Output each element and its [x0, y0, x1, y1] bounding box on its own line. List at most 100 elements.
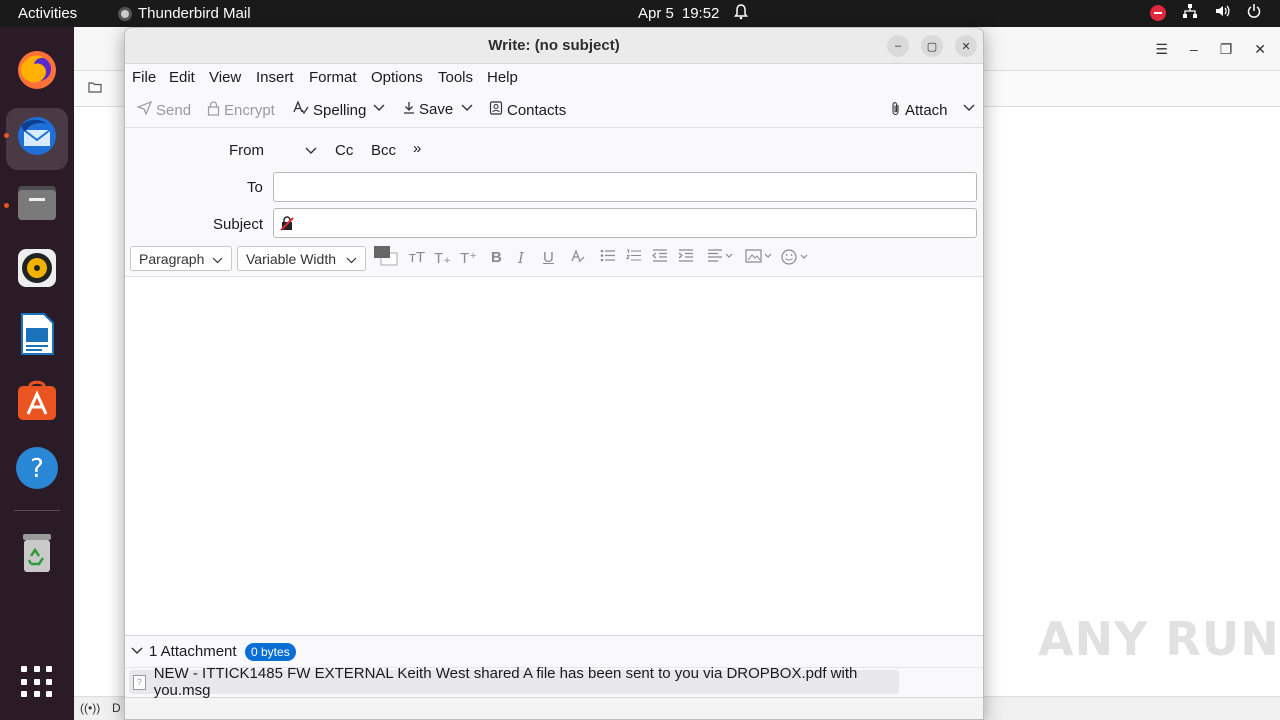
- emoji-dropdown-icon[interactable]: [781, 249, 811, 269]
- spelling-icon: [293, 100, 309, 119]
- clear-formatting-icon[interactable]: [571, 249, 586, 267]
- minimize-icon[interactable]: –: [1190, 41, 1198, 58]
- hamburger-menu-icon[interactable]: ☰: [1155, 41, 1168, 58]
- svg-text:?: ?: [30, 454, 44, 484]
- restore-icon[interactable]: ❐: [1220, 41, 1233, 58]
- top-bar: Activities Thunderbird Mail Apr 5 19:52: [0, 0, 1280, 27]
- text-color-picker-icon[interactable]: [373, 245, 399, 271]
- indent-icon[interactable]: [678, 249, 693, 266]
- attachment-item[interactable]: ? NEW - ITTICK1485 FW EXTERNAL Keith Wes…: [129, 665, 899, 699]
- close-icon[interactable]: ✕: [1254, 41, 1266, 58]
- folder-icon[interactable]: [88, 81, 102, 96]
- send-button[interactable]: Send: [136, 100, 192, 119]
- font-size-smaller-icon[interactable]: ᴛT: [409, 249, 425, 266]
- thunderbird-icon[interactable]: [14, 113, 60, 159]
- attachment-list: ? NEW - ITTICK1485 FW EXTERNAL Keith Wes…: [125, 665, 983, 699]
- attach-dropdown-chevron-icon[interactable]: [963, 100, 975, 115]
- app-center-icon[interactable]: [14, 377, 60, 423]
- to-field[interactable]: [273, 172, 977, 202]
- bold-icon[interactable]: B: [491, 249, 502, 266]
- font-size-reset-icon[interactable]: T⁺: [460, 249, 477, 267]
- chevron-down-icon: [346, 251, 357, 267]
- outdent-icon[interactable]: [652, 249, 667, 266]
- download-icon: [403, 101, 415, 118]
- paragraph-format-select[interactable]: Paragraph: [130, 246, 232, 271]
- menu-options[interactable]: Options: [371, 69, 423, 86]
- firefox-icon[interactable]: [14, 47, 60, 93]
- do-not-disturb-icon[interactable]: [1150, 5, 1166, 21]
- contacts-button[interactable]: Contacts: [489, 101, 566, 119]
- activities-button[interactable]: Activities: [18, 5, 77, 22]
- menu-insert[interactable]: Insert: [256, 69, 294, 86]
- show-apps-icon[interactable]: [21, 666, 53, 698]
- dock-separator: [14, 510, 60, 511]
- chevron-down-icon: [212, 251, 223, 267]
- encrypt-label: Encrypt: [224, 102, 275, 119]
- paperclip-icon: [891, 101, 901, 120]
- font-select[interactable]: Variable Width: [237, 246, 366, 271]
- app-menu-label: Thunderbird Mail: [138, 5, 251, 22]
- no-encryption-icon: [280, 215, 294, 236]
- font-size-larger-icon[interactable]: T₊: [434, 249, 451, 267]
- save-button[interactable]: Save: [403, 101, 453, 118]
- more-recipients-chevron-icon[interactable]: »: [413, 140, 421, 157]
- running-indicator: [4, 203, 9, 208]
- menu-format[interactable]: Format: [309, 69, 357, 86]
- subject-label: Subject: [213, 216, 264, 233]
- attachment-count: 1 Attachment: [149, 643, 237, 660]
- paragraph-format-value: Paragraph: [139, 250, 205, 267]
- send-label: Send: [156, 101, 192, 119]
- spelling-label: Spelling: [313, 101, 367, 119]
- menu-tools[interactable]: Tools: [438, 69, 473, 86]
- font-value: Variable Width: [246, 250, 337, 267]
- menu-help[interactable]: Help: [487, 69, 518, 86]
- spelling-dropdown-chevron-icon[interactable]: [373, 100, 385, 115]
- clock-date: Apr 5: [638, 5, 674, 22]
- numbered-list-icon[interactable]: [625, 249, 641, 266]
- app-menu[interactable]: Thunderbird Mail: [118, 5, 251, 22]
- attachment-bucket-header[interactable]: 1 Attachment 0 bytes: [125, 635, 983, 667]
- cc-button[interactable]: Cc: [335, 142, 353, 159]
- compose-title: Write: (no subject): [488, 37, 620, 54]
- menu-view[interactable]: View: [209, 69, 241, 86]
- spelling-button[interactable]: Spelling: [293, 100, 367, 119]
- collapse-chevron-icon[interactable]: [131, 644, 143, 658]
- maximize-icon[interactable]: ▢: [921, 35, 943, 57]
- menu-file[interactable]: File: [132, 69, 156, 86]
- lock-icon: [207, 101, 220, 120]
- trash-icon[interactable]: [14, 529, 60, 575]
- power-icon[interactable]: [1246, 3, 1262, 23]
- compose-toolbar: Send Encrypt Spelling Save Contacts Atta…: [125, 92, 983, 128]
- message-body-editor[interactable]: [125, 277, 983, 635]
- underline-icon[interactable]: U: [543, 249, 554, 266]
- rhythmbox-icon[interactable]: [14, 245, 60, 291]
- insert-image-dropdown-icon[interactable]: [745, 249, 775, 267]
- files-icon[interactable]: [14, 179, 60, 225]
- unknown-file-icon: ?: [133, 674, 146, 690]
- align-dropdown-icon[interactable]: [707, 249, 735, 266]
- bullet-list-icon[interactable]: [600, 249, 615, 266]
- system-tray[interactable]: [1150, 3, 1262, 23]
- bcc-button[interactable]: Bcc: [371, 142, 396, 159]
- minimize-icon[interactable]: –: [887, 35, 909, 57]
- save-dropdown-chevron-icon[interactable]: [461, 100, 473, 115]
- subject-field[interactable]: [273, 208, 977, 238]
- close-icon[interactable]: ✕: [955, 35, 977, 57]
- clock[interactable]: Apr 5 19:52: [638, 5, 719, 22]
- menu-edit[interactable]: Edit: [169, 69, 195, 86]
- volume-icon[interactable]: [1214, 3, 1230, 23]
- from-label: From: [229, 142, 264, 159]
- encrypt-button[interactable]: Encrypt: [207, 101, 275, 120]
- from-dropdown-chevron-icon[interactable]: [305, 142, 317, 159]
- network-icon[interactable]: [1182, 3, 1198, 23]
- dock: ?: [0, 27, 74, 720]
- attach-button[interactable]: Attach: [891, 101, 948, 120]
- format-toolbar: Paragraph Variable Width ᴛT T₊ T⁺ B I U: [125, 241, 983, 277]
- contacts-label: Contacts: [507, 101, 567, 119]
- main-window-controls: ☰ – ❐ ✕: [1155, 41, 1266, 58]
- help-icon[interactable]: ?: [14, 445, 60, 491]
- notification-bell-icon[interactable]: [734, 4, 748, 24]
- italic-icon[interactable]: I: [518, 249, 524, 267]
- libreoffice-writer-icon[interactable]: [14, 311, 60, 357]
- online-status-icon[interactable]: ((•)): [80, 701, 100, 715]
